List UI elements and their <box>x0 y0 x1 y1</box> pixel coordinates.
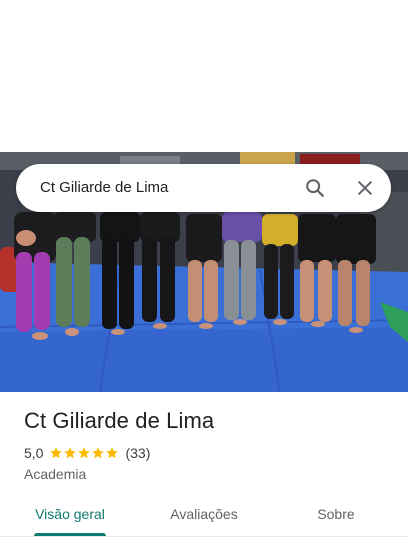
place-title: Ct Giliarde de Lima <box>24 408 215 433</box>
rating-row: 5,0 (33) <box>24 444 150 462</box>
star-icon <box>64 447 77 459</box>
search-bar[interactable]: Ct Giliarde de Lima <box>16 164 391 212</box>
star-icon <box>78 447 91 459</box>
tab-overview[interactable]: Visão geral <box>24 496 116 532</box>
search-button[interactable] <box>303 176 327 200</box>
star-icon <box>50 447 63 459</box>
review-count[interactable]: (33) <box>125 445 150 461</box>
place-category: Academia <box>24 466 87 482</box>
search-icon <box>306 179 324 197</box>
rating-stars <box>49 446 119 460</box>
close-button[interactable] <box>353 176 377 200</box>
rating-value: 5,0 <box>24 445 44 461</box>
tab-reviews[interactable]: Avaliações <box>156 496 252 532</box>
star-icon <box>106 447 119 459</box>
tabs-divider <box>0 536 408 537</box>
close-icon <box>358 181 372 195</box>
search-input[interactable]: Ct Giliarde de Lima <box>40 164 290 212</box>
star-icon <box>92 447 105 459</box>
tab-about[interactable]: Sobre <box>300 496 372 532</box>
place-tabs: Visão geral Avaliações Sobre <box>0 496 408 544</box>
blank-header-area <box>0 0 408 152</box>
